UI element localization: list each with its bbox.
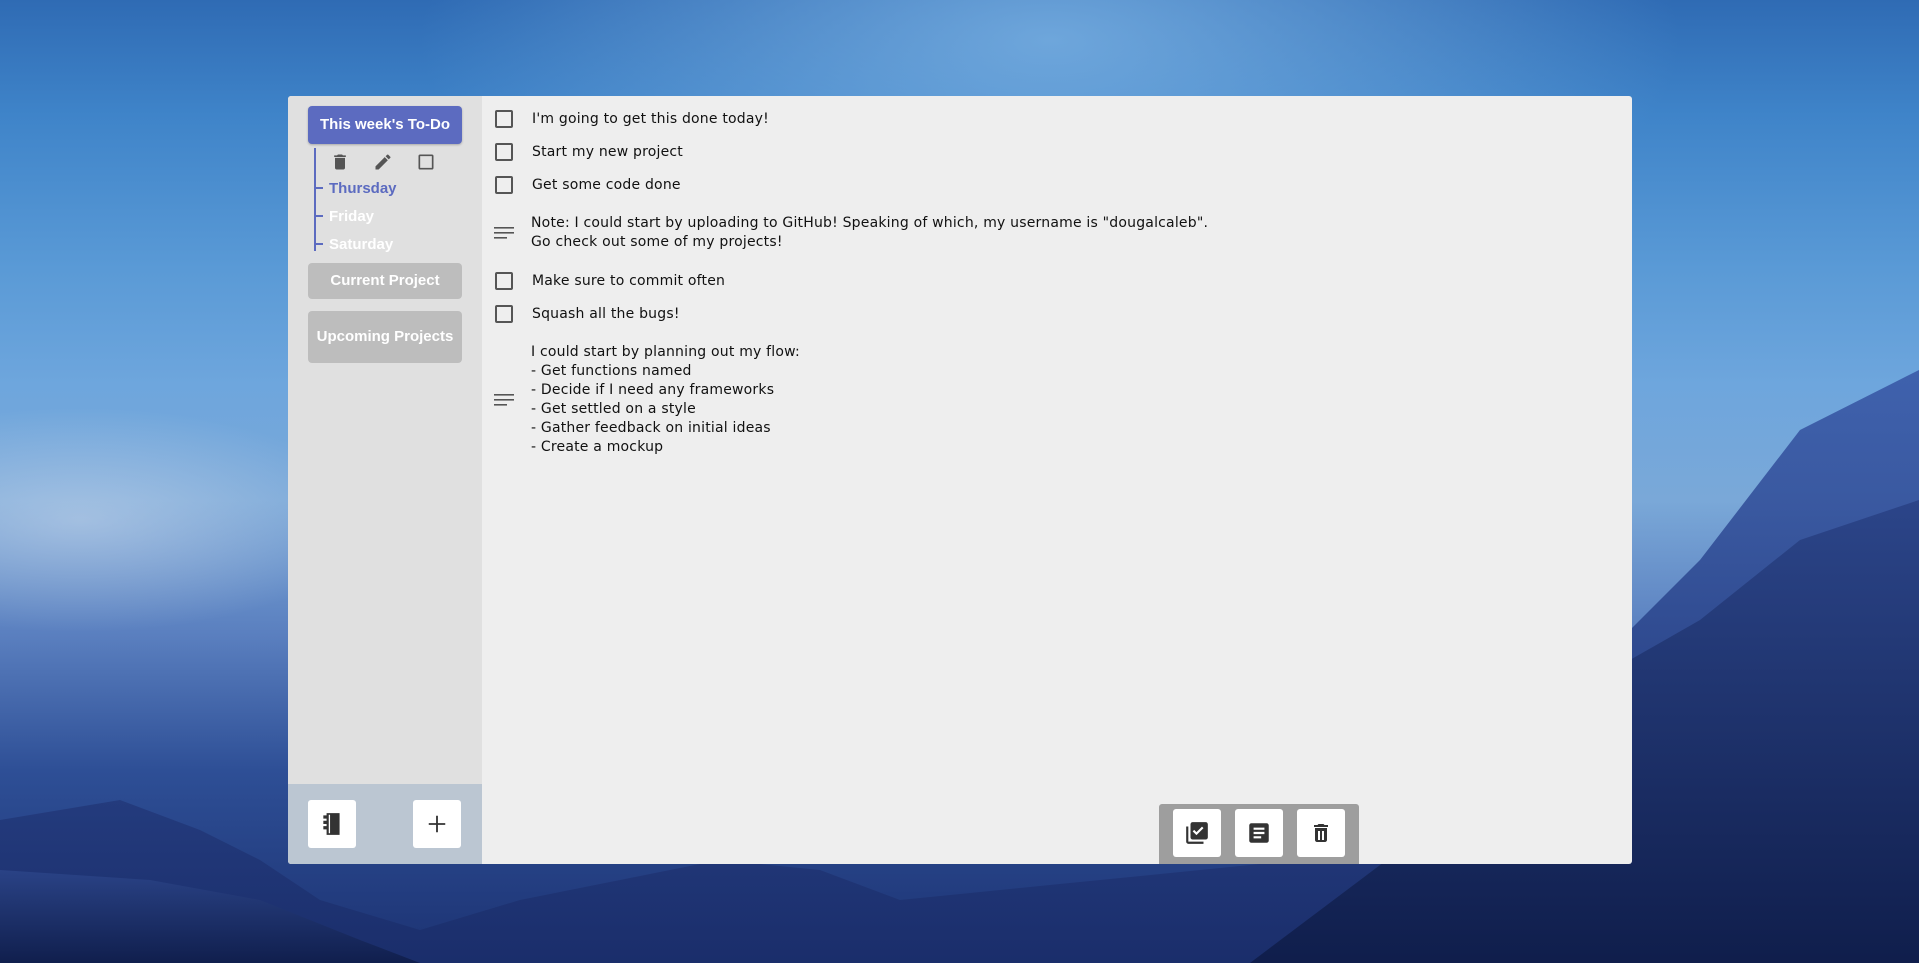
tree-tick — [314, 243, 323, 245]
list-button-upcoming-projects[interactable]: Upcoming Projects — [308, 311, 462, 363]
notebook-button[interactable] — [308, 800, 356, 848]
task-item: Make sure to commit often — [494, 271, 1612, 291]
note-text[interactable]: Note: I could start by uploading to GitH… — [531, 214, 1208, 252]
task-checkbox[interactable] — [495, 143, 513, 161]
tree-tick — [314, 215, 323, 217]
day-friday[interactable]: Friday — [314, 205, 374, 227]
note-item: I could start by planning out my flow: -… — [494, 342, 1612, 458]
task-text[interactable]: Get some code done — [532, 177, 681, 193]
note-lines-icon — [494, 394, 514, 406]
day-saturday[interactable]: Saturday — [314, 233, 393, 255]
day-label: Saturday — [329, 235, 394, 253]
trash-icon[interactable] — [330, 152, 350, 172]
delete-items-button[interactable] — [1297, 809, 1345, 857]
list-button-current-project[interactable]: Current Project — [308, 263, 462, 299]
day-label: Friday — [329, 207, 375, 225]
task-item: Squash all the bugs! — [494, 304, 1612, 324]
note-lines-icon — [494, 227, 514, 239]
task-text[interactable]: Make sure to commit often — [532, 273, 725, 289]
add-task-button[interactable] — [1173, 809, 1221, 857]
sidebar: This week's To-Do Thursday Friday Saturd… — [288, 96, 482, 864]
add-note-button[interactable] — [1235, 809, 1283, 857]
todo-content: I'm going to get this done today! Start … — [482, 96, 1632, 864]
day-label: Thursday — [329, 179, 397, 197]
tree-tick — [314, 187, 323, 189]
task-checkbox[interactable] — [495, 272, 513, 290]
task-item: Get some code done — [494, 175, 1612, 195]
note-item: Note: I could start by uploading to GitH… — [494, 213, 1612, 253]
plus-icon — [428, 815, 446, 833]
task-text[interactable]: Start my new project — [532, 144, 683, 160]
app-window: This week's To-Do Thursday Friday Saturd… — [288, 96, 1632, 864]
task-item: Start my new project — [494, 142, 1612, 162]
day-thursday[interactable]: Thursday — [314, 177, 397, 199]
notebook-icon — [323, 813, 340, 835]
bottom-toolbar — [1159, 804, 1359, 864]
task-item: I'm going to get this done today! — [494, 109, 1612, 129]
square-icon[interactable] — [416, 152, 436, 172]
note-text[interactable]: I could start by planning out my flow: -… — [531, 343, 800, 457]
trash-icon — [1314, 824, 1328, 842]
sidebar-footer — [288, 784, 482, 864]
add-list-button[interactable] — [413, 800, 461, 848]
task-checkbox[interactable] — [495, 110, 513, 128]
task-text[interactable]: I'm going to get this done today! — [532, 111, 769, 127]
task-checkbox[interactable] — [495, 305, 513, 323]
checklist-icon — [1186, 822, 1208, 844]
list-tools — [330, 148, 460, 176]
task-checkbox[interactable] — [495, 176, 513, 194]
pencil-icon[interactable] — [373, 152, 393, 172]
task-text[interactable]: Squash all the bugs! — [532, 306, 680, 322]
note-icon — [1249, 823, 1269, 843]
list-button-this-weeks-todo[interactable]: This week's To-Do — [308, 106, 462, 144]
